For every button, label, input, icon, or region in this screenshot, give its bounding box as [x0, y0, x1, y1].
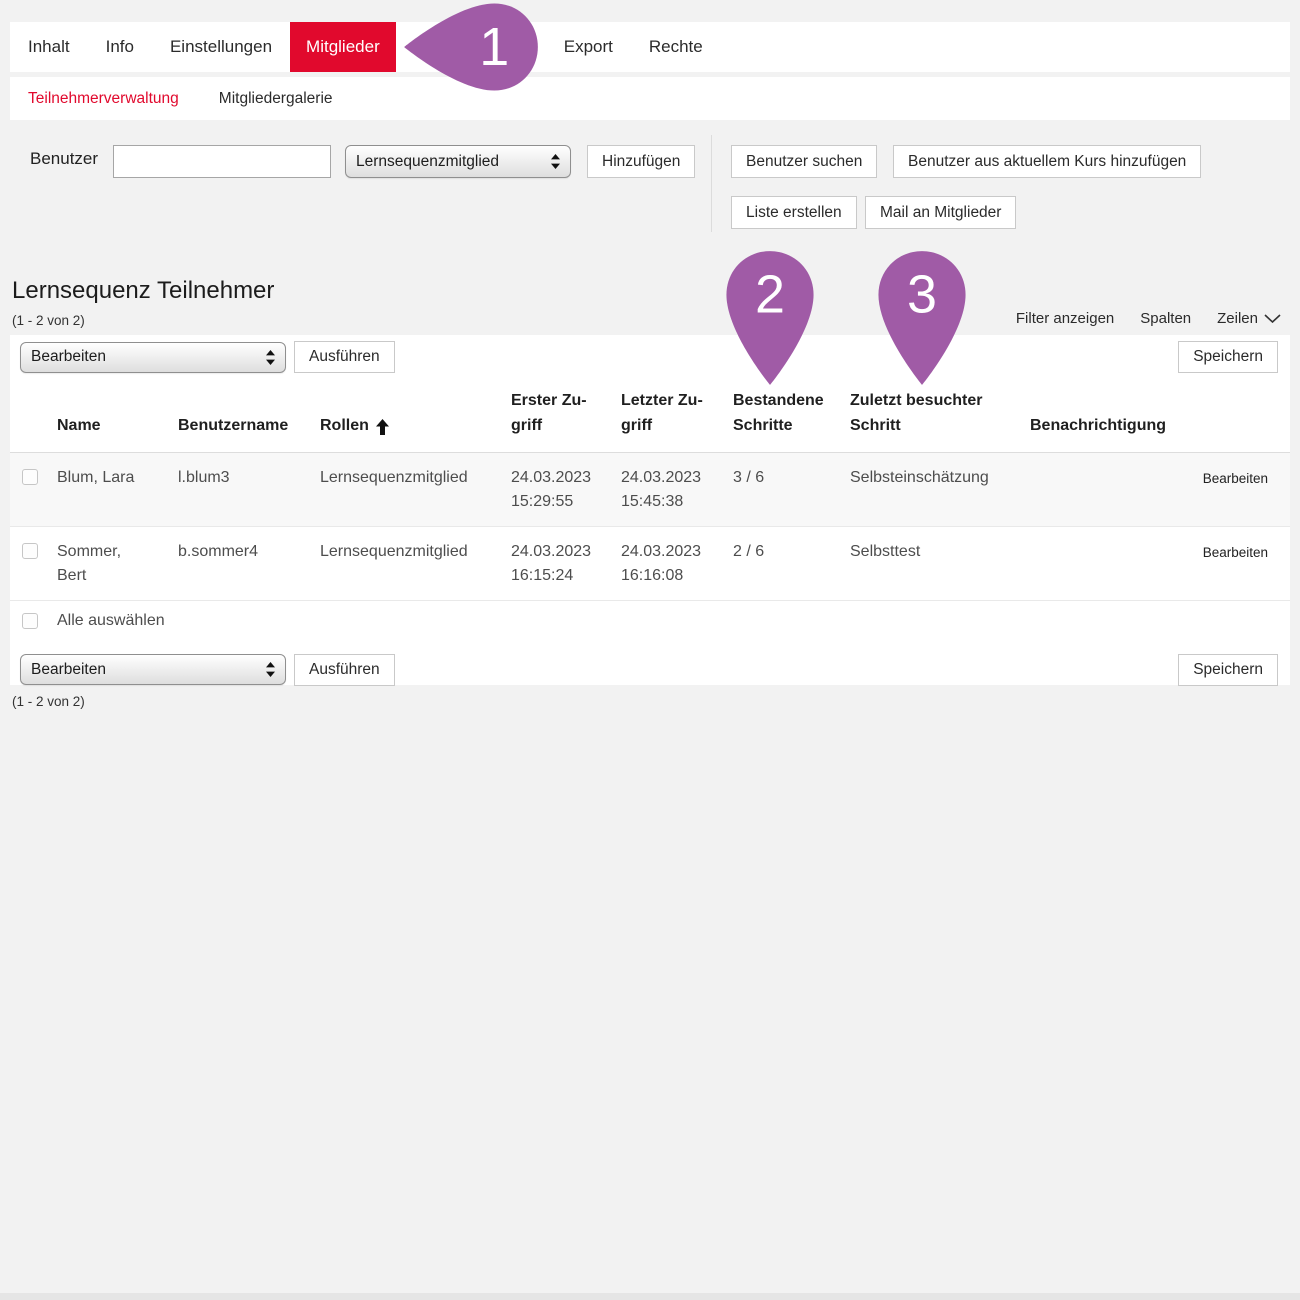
table-row: Blum, Lara l.blum3 Lernsequenzmitglied 2…: [10, 453, 1290, 527]
header-bestandene-schritte[interactable]: Bestandene Schritte: [733, 389, 850, 439]
cell-role: Lernsequenzmitglied: [320, 466, 511, 491]
tab-mitglieder[interactable]: Mitglieder: [290, 22, 396, 72]
header-rollen-label: Rollen: [320, 414, 369, 439]
first-access-date: 24.03.2023: [511, 466, 621, 491]
benutzer-input[interactable]: [113, 145, 331, 178]
ausfuehren-button-top[interactable]: Ausführen: [294, 341, 395, 373]
cell-first-access: 24.03.2023 16:15:24: [511, 540, 621, 590]
spalten-link[interactable]: Spalten: [1140, 310, 1191, 327]
hinzufuegen-button[interactable]: Hinzufügen: [587, 145, 695, 178]
cell-name: Blum, Lara: [57, 466, 178, 491]
filter-anzeigen-link[interactable]: Filter anzeigen: [1016, 310, 1114, 327]
cell-last-access: 24.03.2023 15:45:38: [621, 466, 733, 516]
speichern-button-bottom[interactable]: Speichern: [1178, 654, 1278, 686]
first-access-time: 15:29:55: [511, 490, 621, 515]
row-bearbeiten-link[interactable]: Bearbeiten: [1203, 471, 1268, 486]
tab-inhalt[interactable]: Inhalt: [10, 22, 88, 72]
mail-an-mitglieder-button[interactable]: Mail an Mitglieder: [865, 196, 1016, 229]
marker-number: 2: [755, 265, 785, 325]
cell-username: l.blum3: [178, 466, 320, 491]
select-arrows-icon: [551, 154, 560, 169]
header-letzter-zugriff[interactable]: Letzter Zu- griff: [621, 389, 733, 439]
first-access-time: 16:15:24: [511, 564, 621, 589]
subnav-mitgliedergalerie[interactable]: Mitgliedergalerie: [201, 90, 333, 108]
header-erster-zugriff[interactable]: Erster Zu- griff: [511, 389, 621, 439]
action-select-bottom-value: Bearbeiten: [31, 661, 106, 679]
row-checkbox[interactable]: [22, 543, 38, 559]
table-toolbar-bottom: Bearbeiten Ausführen Speichern: [10, 648, 1290, 692]
cell-role: Lernsequenzmitglied: [320, 540, 511, 565]
participants-table-panel: Bearbeiten Ausführen Speichern Name Benu…: [10, 335, 1290, 685]
select-all-label: Alle auswählen: [57, 612, 621, 630]
table-row: Sommer, Bert b.sommer4 Lernsequenzmitgli…: [10, 527, 1290, 601]
select-arrows-icon: [266, 662, 275, 677]
bottom-strip: [0, 1293, 1300, 1300]
liste-erstellen-button[interactable]: Liste erstellen: [731, 196, 857, 229]
last-access-time: 15:45:38: [621, 490, 733, 515]
cell-username: b.sommer4: [178, 540, 320, 565]
benutzer-label: Benutzer: [30, 149, 98, 169]
pagination-bottom: (1 - 2 von 2): [12, 694, 85, 709]
members-subnav: Teilnehmerverwaltung Mitgliedergalerie: [10, 77, 1290, 120]
cell-passed-steps: 3 / 6: [733, 466, 850, 491]
zeilen-label: Zeilen: [1217, 310, 1258, 327]
header-rollen[interactable]: Rollen: [320, 414, 511, 439]
ausfuehren-button-bottom[interactable]: Ausführen: [294, 654, 395, 686]
row-checkbox[interactable]: [22, 469, 38, 485]
header-zuletzt-besuchter-schritt[interactable]: Zuletzt besuchter Schritt: [850, 389, 1030, 439]
header-benutzername[interactable]: Benutzername: [178, 414, 320, 439]
last-access-date: 24.03.2023: [621, 466, 733, 491]
course-tab-bar: Inhalt Info Einstellungen Mitglieder Exp…: [10, 22, 1290, 72]
last-access-time: 16:16:08: [621, 564, 733, 589]
cell-last-access: 24.03.2023 16:16:08: [621, 540, 733, 590]
last-access-date: 24.03.2023: [621, 540, 733, 565]
pagination-top: (1 - 2 von 2): [12, 313, 85, 328]
zeilen-link[interactable]: Zeilen: [1217, 310, 1281, 327]
benutzer-suchen-button[interactable]: Benutzer suchen: [731, 145, 877, 178]
role-select[interactable]: Lernsequenzmitglied: [345, 145, 571, 178]
cell-passed-steps: 2 / 6: [733, 540, 850, 565]
cell-name: Sommer, Bert: [57, 540, 178, 590]
subnav-teilnehmerverwaltung[interactable]: Teilnehmerverwaltung: [10, 90, 179, 108]
action-select-top-value: Bearbeiten: [31, 348, 106, 366]
table-controls: Filter anzeigen Spalten Zeilen: [1016, 310, 1281, 327]
cell-last-visited-step: Selbsteinschätzung: [850, 466, 1030, 491]
action-select-bottom[interactable]: Bearbeiten: [20, 654, 286, 685]
tab-rechte[interactable]: Rechte: [631, 22, 721, 72]
tab-info[interactable]: Info: [88, 22, 152, 72]
select-all-checkbox[interactable]: [22, 613, 38, 629]
header-benachrichtigung[interactable]: Benachrichtigung: [1030, 414, 1196, 439]
cell-last-visited-step: Selbsttest: [850, 540, 1030, 565]
page-title: Lernsequenz Teilnehmer: [12, 277, 274, 305]
select-arrows-icon: [266, 350, 275, 365]
role-select-value: Lernsequenzmitglied: [356, 153, 499, 171]
table-header-row: Name Benutzername Rollen Erster Zu- grif…: [10, 379, 1290, 453]
first-access-date: 24.03.2023: [511, 540, 621, 565]
speichern-button-top[interactable]: Speichern: [1178, 341, 1278, 373]
table-toolbar-top: Bearbeiten Ausführen Speichern: [10, 335, 1290, 379]
chevron-down-icon: [1264, 314, 1281, 323]
header-name[interactable]: Name: [57, 414, 178, 439]
form-divider: [711, 135, 712, 232]
page: Inhalt Info Einstellungen Mitglieder Exp…: [0, 0, 1300, 1300]
sort-ascending-icon: [376, 419, 389, 435]
tab-export[interactable]: Export: [546, 22, 631, 72]
tab-einstellungen[interactable]: Einstellungen: [152, 22, 290, 72]
action-select-top[interactable]: Bearbeiten: [20, 342, 286, 373]
marker-number: 3: [907, 265, 937, 325]
row-bearbeiten-link[interactable]: Bearbeiten: [1203, 545, 1268, 560]
benutzer-aus-kurs-button[interactable]: Benutzer aus aktuellem Kurs hinzufügen: [893, 145, 1201, 178]
cell-first-access: 24.03.2023 15:29:55: [511, 466, 621, 516]
select-all-row: Alle auswählen: [10, 601, 1290, 642]
